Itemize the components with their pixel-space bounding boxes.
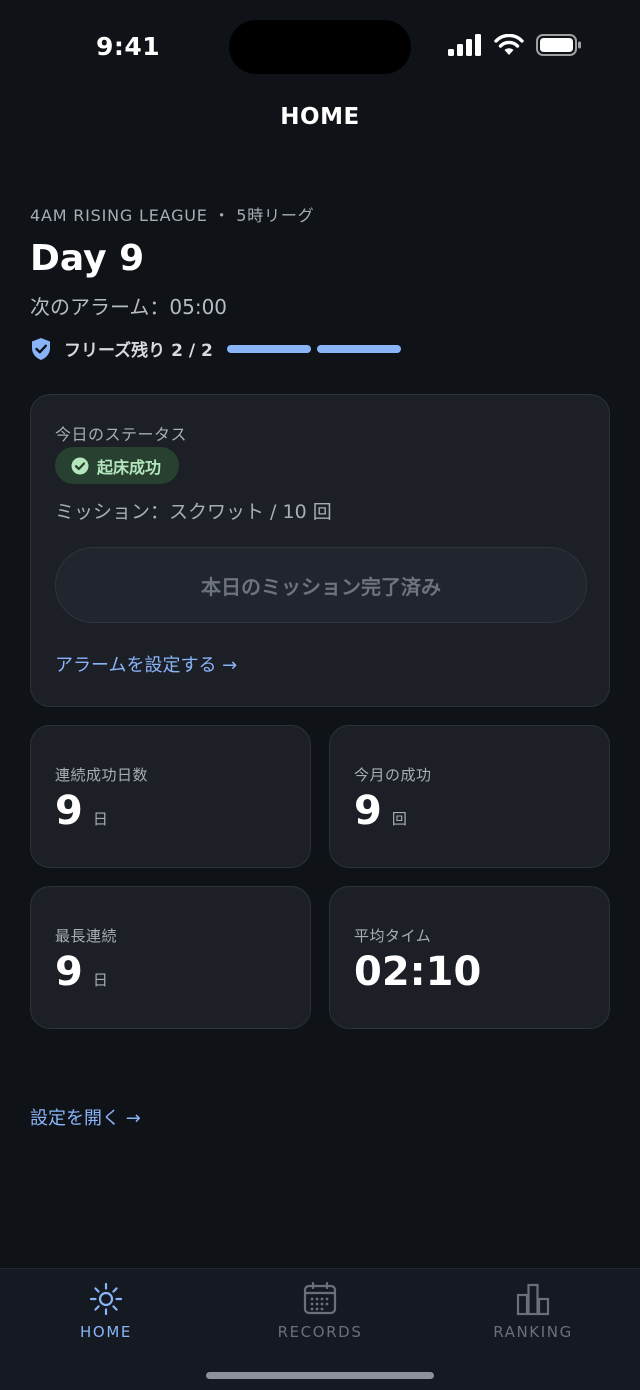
stat-value: 9 回	[354, 788, 407, 834]
wake-success-text: 起床成功	[97, 457, 162, 477]
stat-label: 最長連続	[55, 927, 118, 945]
tab-bar: HOME RECORDS RANKING	[0, 1268, 640, 1390]
day-counter: Day 9	[30, 238, 145, 279]
mission-completed-button[interactable]: 本日のミッション完了済み	[55, 547, 587, 623]
stat-value: 9 日	[55, 788, 108, 834]
bar-chart-icon	[516, 1283, 550, 1316]
stat-card-current-streak: 連続成功日数 9 日	[30, 725, 311, 868]
tab-home-label: HOME	[80, 1323, 132, 1341]
home-indicator[interactable]	[206, 1372, 434, 1379]
today-status-card: 今日のステータス 起床成功 ミッション：スクワット / 10 回 本日のミッショ…	[30, 394, 610, 707]
tab-ranking-label: RANKING	[493, 1323, 573, 1341]
tab-records-label: RECORDS	[277, 1323, 363, 1341]
home-screen: 9:41 HOME 4AM RISING LEAGUE ・ 5時リーグ Day …	[0, 0, 640, 1390]
freeze-status: フリーズ残り 2 / 2	[30, 336, 610, 361]
wake-success-badge: 起床成功	[55, 447, 180, 484]
dynamic-island	[229, 20, 411, 74]
stat-number: 9	[55, 788, 83, 834]
freeze-remaining-label: フリーズ残り 2 / 2	[64, 341, 213, 361]
stat-label: 平均タイム	[354, 927, 432, 945]
stat-card-monthly-success: 今月の成功 9 回	[329, 725, 610, 868]
freeze-bar	[316, 344, 401, 353]
stat-card-average-time: 平均タイム 02:10	[329, 886, 610, 1029]
freeze-progress	[226, 344, 401, 353]
today-status-label: 今日のステータス	[55, 425, 188, 444]
status-bar: 9:41	[0, 0, 640, 94]
status-icons	[448, 34, 582, 56]
freeze-bar	[226, 344, 311, 353]
tab-home[interactable]: HOME	[26, 1281, 186, 1341]
stat-label: 連続成功日数	[55, 766, 149, 784]
set-alarm-link[interactable]: アラームを設定する →	[55, 651, 237, 677]
stat-number: 9	[354, 788, 382, 834]
open-settings-link[interactable]: 設定を開く →	[30, 1104, 141, 1130]
battery-icon	[536, 34, 581, 56]
sun-icon	[89, 1282, 123, 1316]
calendar-icon	[303, 1281, 337, 1315]
stat-value: 02:10	[354, 949, 481, 995]
stat-unit: 日	[92, 810, 108, 828]
stat-label: 今月の成功	[354, 766, 432, 784]
stat-value: 9 日	[55, 949, 108, 995]
stat-unit: 日	[92, 971, 108, 989]
stat-number: 9	[55, 949, 83, 995]
stat-unit: 回	[391, 810, 407, 828]
check-circle-icon	[71, 457, 89, 474]
page-title: HOME	[280, 104, 360, 130]
stat-number: 02:10	[354, 949, 482, 995]
tab-records[interactable]: RECORDS	[240, 1281, 400, 1341]
league-header: 4AM RISING LEAGUE ・ 5時リーグ Day 9 次のアラーム：0…	[30, 202, 610, 361]
stat-card-longest-streak: 最長連続 9 日	[30, 886, 311, 1029]
signal-icon	[448, 34, 481, 56]
mission-description: ミッション：スクワット / 10 回	[55, 501, 332, 523]
shield-check-icon	[32, 337, 50, 360]
tab-ranking[interactable]: RANKING	[453, 1281, 613, 1341]
wifi-icon	[494, 34, 524, 55]
next-alarm-time: 次のアラーム：05:00	[30, 295, 228, 319]
status-time: 9:41	[96, 32, 161, 61]
league-name: 4AM RISING LEAGUE ・ 5時リーグ	[30, 206, 315, 225]
